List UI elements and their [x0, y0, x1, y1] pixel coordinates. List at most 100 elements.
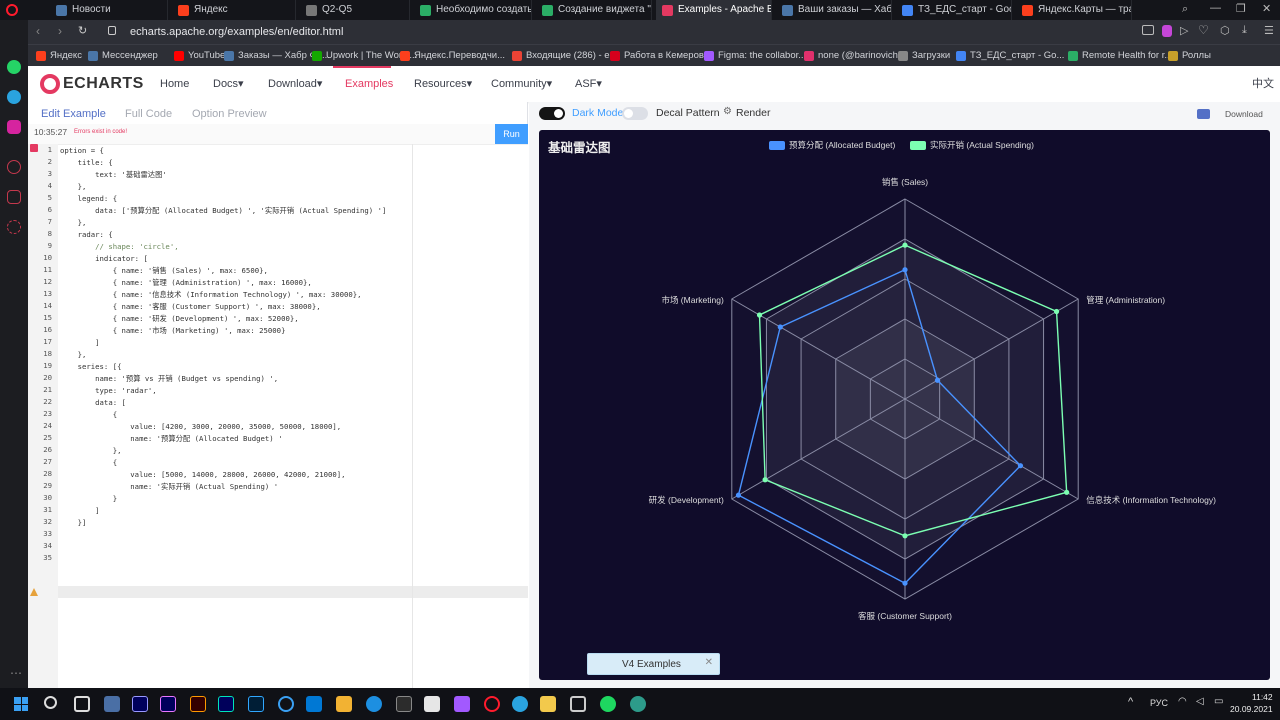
windows-start-icon[interactable]	[14, 697, 28, 711]
nav-item[interactable]: Download▾	[268, 66, 322, 102]
render-gear-icon[interactable]: ⚙	[723, 106, 732, 117]
radar-point[interactable]	[1017, 463, 1024, 469]
bookmark-item[interactable]: Figma: the collabor...	[704, 45, 806, 67]
battery-icon[interactable]: ▭	[1214, 696, 1223, 707]
opera-logo-icon[interactable]	[6, 4, 18, 16]
legend-label[interactable]: 预算分配 (Allocated Budget)	[789, 139, 895, 151]
nav-item[interactable]: Community▾	[491, 66, 552, 102]
nav-item[interactable]: Examples	[345, 66, 393, 102]
language-switch[interactable]: 中文	[1252, 66, 1274, 102]
maximize-icon[interactable]: ❐	[1236, 2, 1246, 15]
bookmark-item[interactable]: Роллы	[1168, 45, 1211, 67]
minimize-icon[interactable]: —	[1210, 2, 1221, 14]
url-field[interactable]: echarts.apache.org/examples/en/editor.ht…	[130, 20, 343, 44]
clock-date[interactable]: 20.09.2021	[1230, 704, 1273, 714]
browser-tab[interactable]: Новости	[50, 0, 168, 20]
audition-icon[interactable]	[218, 696, 234, 712]
editor-tab[interactable]: Edit Example	[41, 102, 106, 126]
radar-point[interactable]	[1053, 308, 1060, 315]
explorer-icon[interactable]	[540, 696, 556, 712]
settings-icon[interactable]	[7, 220, 21, 234]
bookmark-item[interactable]: Работа в Кемеров...	[610, 45, 712, 67]
vscode-icon[interactable]	[306, 696, 322, 712]
browser-tab[interactable]: Ваши заказы — Хабр Ф	[776, 0, 892, 20]
radar-point[interactable]	[1064, 489, 1070, 495]
radar-point[interactable]	[934, 377, 941, 383]
dark-mode-toggle[interactable]	[539, 107, 565, 120]
clock-time[interactable]: 11:42	[1252, 692, 1273, 702]
illustrator-icon[interactable]	[190, 696, 206, 712]
back-icon[interactable]: ‹	[36, 24, 40, 38]
browser-tab[interactable]: Необходимо создать н	[414, 0, 532, 20]
figma-icon[interactable]	[454, 696, 470, 712]
nav-item[interactable]: Docs▾	[213, 66, 244, 102]
editor-tab[interactable]: Full Code	[125, 102, 172, 126]
task-view-icon[interactable]	[74, 696, 90, 712]
terminal-icon[interactable]	[396, 696, 412, 712]
render-label[interactable]: Render	[736, 107, 770, 119]
forward-icon[interactable]: ›	[58, 24, 62, 38]
editor-tab[interactable]: Option Preview	[192, 102, 267, 126]
nav-item[interactable]: Resources▾	[414, 66, 472, 102]
browser-tab[interactable]: Яндекс	[172, 0, 296, 20]
bookmark-item[interactable]: none (@barinovich...	[804, 45, 906, 67]
camera-icon[interactable]	[1142, 25, 1154, 35]
spotify-icon[interactable]	[600, 696, 616, 712]
nav-item[interactable]: Home	[160, 66, 189, 102]
radar-point[interactable]	[902, 580, 908, 586]
browser-tab[interactable]: ТЗ_ЕДС_старт - Google	[896, 0, 1012, 20]
search-tabs-icon[interactable]: ⌕	[1182, 3, 1188, 16]
close-window-icon[interactable]: ✕	[1262, 2, 1271, 15]
after-effects-icon[interactable]	[132, 696, 148, 712]
telegram-icon[interactable]	[7, 90, 21, 104]
radar-point[interactable]	[762, 477, 768, 483]
v4-close-icon[interactable]: ✕	[705, 657, 713, 668]
reload-icon[interactable]: ↻	[78, 24, 87, 37]
app-window-icon[interactable]	[424, 696, 440, 712]
whatsapp-icon[interactable]	[7, 60, 21, 74]
bookmark-item[interactable]: Яндекс.Переводчи...	[400, 45, 505, 67]
more-icon[interactable]: ⋯	[10, 666, 22, 680]
radar-point[interactable]	[902, 267, 908, 273]
history-icon[interactable]	[7, 160, 21, 174]
browser-tab[interactable]: Яндекс.Карты — транс	[1016, 0, 1132, 20]
search-icon[interactable]	[44, 696, 57, 709]
radar-point[interactable]	[777, 324, 783, 330]
wifi-icon[interactable]: ◠	[1178, 696, 1187, 707]
extensions-icon[interactable]	[7, 190, 21, 204]
tray-chevron-icon[interactable]: ^	[1128, 696, 1133, 708]
legend-swatch[interactable]	[769, 141, 785, 150]
decal-toggle[interactable]	[622, 107, 648, 120]
bookmark-item[interactable]: Входящие (286) - е...	[512, 45, 618, 67]
bookmark-item[interactable]: ТЗ_ЕДС_старт - Go...	[956, 45, 1064, 67]
globe-app-icon[interactable]	[630, 696, 646, 712]
browser-tab[interactable]: Examples - Apache ECh	[656, 0, 772, 20]
radar-point[interactable]	[735, 492, 742, 498]
bookmark-item[interactable]: YouTube	[174, 45, 225, 67]
messenger-icon[interactable]	[366, 696, 382, 712]
radar-point[interactable]	[902, 533, 908, 539]
download-button[interactable]: Download	[1225, 109, 1263, 119]
vpn-icon[interactable]	[1162, 25, 1172, 37]
legend-swatch[interactable]	[910, 141, 926, 150]
chart-canvas[interactable]: 销售 (Sales) 管理 (Administration) 信息技术 (Infor…	[539, 130, 1270, 680]
screenshot-camera-icon[interactable]	[1197, 109, 1210, 119]
legend-label[interactable]: 实际开销 (Actual Spending)	[930, 139, 1034, 151]
menu-icon[interactable]: ☰	[1264, 24, 1274, 37]
network-app-icon[interactable]	[570, 696, 586, 712]
play-icon[interactable]: ▷	[1180, 24, 1188, 37]
telegram-taskbar-icon[interactable]	[512, 696, 528, 712]
v4-examples-button[interactable]: V4 Examples ✕	[587, 653, 720, 675]
run-button[interactable]: Run	[495, 124, 528, 144]
folder-app-icon[interactable]	[336, 696, 352, 712]
radar-point[interactable]	[756, 312, 763, 318]
photoshop-icon[interactable]	[248, 696, 264, 712]
download-icon[interactable]: ⤓	[1242, 24, 1247, 37]
opera-taskbar-icon[interactable]	[484, 696, 500, 712]
browser-tab[interactable]: Создание виджета "Ли	[536, 0, 652, 20]
app-vpn-icon[interactable]	[104, 696, 120, 712]
volume-icon[interactable]: ◁	[1196, 696, 1204, 707]
heart-icon[interactable]: ♡	[1198, 23, 1209, 37]
premiere-icon[interactable]	[160, 696, 176, 712]
bookmark-item[interactable]: Мессенджер	[88, 45, 158, 67]
